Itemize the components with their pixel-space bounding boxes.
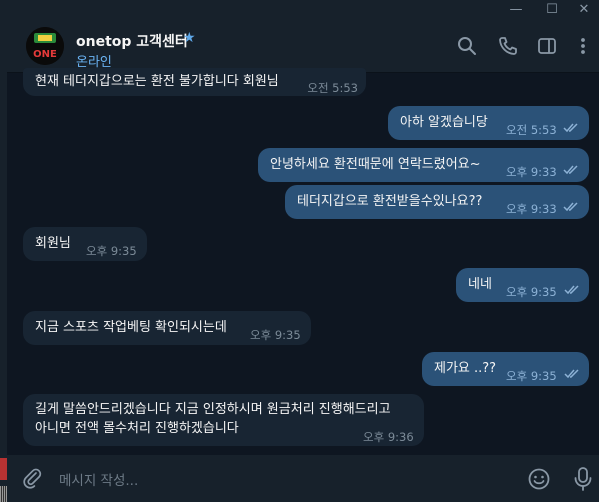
chat-title[interactable]: onetop 고객센터: [76, 31, 188, 51]
message-time: 오후 9:35: [506, 285, 557, 299]
message-text: 안녕하세요 환전때문에 연락드렸어요~: [270, 157, 481, 172]
message-time: 오후 9:36: [363, 430, 414, 444]
message-outgoing[interactable]: 제가요 ..?? 오후 9:35: [422, 352, 589, 386]
message-incoming[interactable]: 길게 말씀안드리겠습니다 지금 인정하시며 원금처리 진행해드리고 아니면 전액…: [23, 394, 424, 446]
avatar[interactable]: ONE: [26, 27, 64, 65]
message-incoming[interactable]: 지금 스포츠 작업베팅 확인되시는데 오후 9:35: [23, 311, 311, 345]
sidebar-toggle-icon[interactable]: [536, 35, 558, 57]
message-time: 오후 9:35: [86, 244, 137, 258]
star-icon: ★: [183, 30, 196, 46]
avatar-text: ONE: [33, 49, 57, 60]
message-incoming[interactable]: 현재 테더지갑으로는 환전 불가합니다 회원님 오전 5:53: [23, 68, 366, 96]
message-input[interactable]: 메시지 작성...: [59, 469, 138, 489]
message-text: 아하 알겠습니당: [400, 115, 488, 130]
message-incoming[interactable]: 회원님 오후 9:35: [23, 227, 147, 261]
message-time: 오후 9:35: [506, 369, 557, 383]
message-time: 오후 9:35: [250, 328, 301, 342]
minimize-button[interactable]: —: [501, 0, 531, 22]
paperclip-icon[interactable]: [21, 467, 43, 489]
message-outgoing[interactable]: 안녕하세요 환전때문에 연락드렸어요~ 오후 9:33: [258, 148, 589, 182]
message-text: 회원님: [35, 236, 71, 251]
emoji-icon[interactable]: [527, 467, 551, 491]
left-strip-thumbnail: [0, 458, 7, 480]
search-icon[interactable]: [456, 35, 478, 57]
message-text-line-1: 길게 말씀안드리겠습니다 지금 인정하시며 원금처리 진행해드리고: [35, 402, 391, 417]
message-text: 네네: [468, 277, 492, 292]
read-checks-icon: [563, 123, 578, 133]
window-titlebar: — ☐ ✕: [7, 0, 599, 22]
message-outgoing[interactable]: 테더지갑으로 환전받을수있나요?? 오후 9:33: [285, 185, 589, 219]
phone-icon[interactable]: [497, 35, 519, 57]
read-checks-icon: [564, 285, 579, 295]
message-outgoing[interactable]: 네네 오후 9:35: [456, 268, 589, 302]
left-edge-strip: [0, 0, 7, 502]
message-text: 제가요 ..??: [434, 361, 497, 376]
microphone-icon[interactable]: [572, 466, 594, 492]
message-outgoing[interactable]: 아하 알겠습니당 오전 5:53: [388, 106, 589, 140]
message-text: 지금 스포츠 작업베팅 확인되시는데: [35, 320, 227, 335]
message-text-line-2: 아니면 전액 몰수처리 진행하겠습니다: [35, 421, 239, 436]
avatar-logo-icon: ONE: [26, 27, 64, 65]
message-time: 오전 5:53: [307, 81, 358, 95]
close-button[interactable]: ✕: [569, 0, 599, 22]
message-time: 오후 9:33: [506, 165, 557, 179]
maximize-button[interactable]: ☐: [537, 0, 567, 22]
chat-header[interactable]: ONE onetop 고객센터 ★ 온라인: [7, 22, 599, 73]
left-strip-pattern: [0, 486, 7, 502]
message-composer: 메시지 작성...: [7, 455, 599, 502]
read-checks-icon: [563, 202, 578, 212]
message-text: 현재 테더지갑으로는 환전 불가합니다 회원님: [35, 74, 279, 89]
message-time: 오후 9:33: [506, 202, 557, 216]
more-vert-icon[interactable]: [572, 35, 594, 57]
message-text: 테더지갑으로 환전받을수있나요??: [297, 194, 483, 209]
read-checks-icon: [564, 369, 579, 379]
read-checks-icon: [563, 165, 578, 175]
message-time: 오전 5:53: [506, 123, 557, 137]
